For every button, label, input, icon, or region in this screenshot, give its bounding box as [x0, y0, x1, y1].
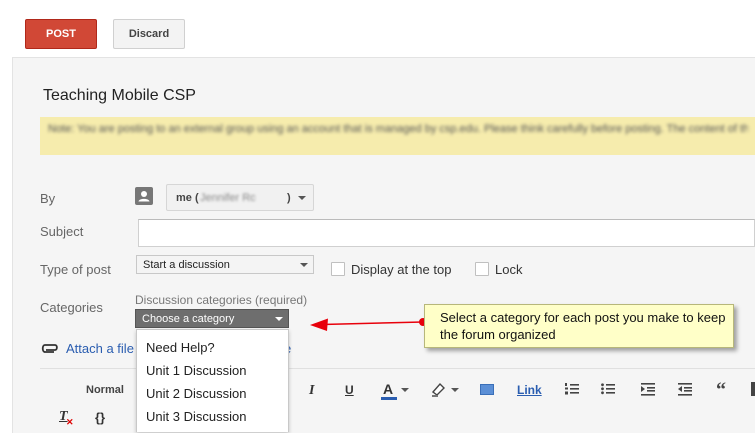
font-color-swatch	[381, 397, 397, 400]
link-button[interactable]: Link	[517, 383, 542, 397]
avatar-icon	[135, 187, 153, 205]
category-option[interactable]: Unit 3 Discussion	[146, 409, 246, 424]
type-of-post-value: Start a discussion	[143, 259, 230, 271]
subject-input[interactable]	[138, 219, 755, 247]
display-top-checkbox[interactable]	[331, 262, 345, 276]
category-option[interactable]: Unit 1 Discussion	[146, 363, 246, 378]
chevron-down-icon	[451, 388, 459, 392]
chevron-down-icon	[275, 317, 283, 321]
code-button[interactable]: {}	[95, 410, 105, 425]
highlighter-icon	[431, 382, 445, 397]
callout-text: Select a category for each post you make…	[440, 310, 726, 342]
author-name-blurred: Jennifer Rosato	[200, 192, 255, 204]
toolbar-overflow-icon	[751, 382, 755, 396]
type-of-post-label: Type of post	[40, 262, 111, 277]
annotation-arrow	[310, 318, 427, 331]
author-select[interactable]: me ( Jennifer Rosato )	[166, 184, 314, 211]
underline-button[interactable]: U	[345, 383, 354, 397]
lock-label: Lock	[495, 262, 523, 277]
category-option[interactable]: Need Help?	[146, 340, 215, 355]
font-color-letter: A	[383, 381, 394, 397]
clear-format-button[interactable]: T ✕	[59, 409, 74, 427]
numbered-list-icon[interactable]	[565, 382, 579, 401]
highlight-button[interactable]	[430, 381, 460, 399]
author-suffix: )	[287, 192, 291, 204]
group-title: Teaching Mobile CSP	[43, 87, 196, 104]
clear-format-x-icon: ✕	[66, 417, 74, 427]
lock-checkbox[interactable]	[475, 262, 489, 276]
indent-icon[interactable]	[641, 382, 655, 401]
subject-label: Subject	[40, 224, 84, 239]
quote-icon[interactable]: “	[716, 379, 726, 402]
chevron-down-icon	[300, 263, 308, 267]
italic-button[interactable]: I	[309, 383, 314, 399]
category-option[interactable]: Unit 2 Discussion	[146, 386, 246, 401]
categories-hint: Discussion categories (required)	[135, 293, 308, 307]
format-select[interactable]: Normal	[86, 384, 124, 396]
attach-file-link[interactable]: Attach a file	[66, 341, 134, 356]
outdent-icon[interactable]	[678, 382, 692, 401]
paperclip-icon	[40, 341, 60, 355]
chevron-down-icon	[298, 196, 306, 200]
notice-text: Note: You are posting to an external gro…	[48, 123, 748, 135]
author-prefix: me (	[176, 192, 199, 204]
category-select[interactable]: Choose a category	[135, 309, 289, 328]
font-color-button[interactable]: A	[381, 380, 411, 400]
chevron-down-icon	[401, 388, 409, 392]
categories-label: Categories	[40, 300, 103, 315]
annotation-callout: Select a category for each post you make…	[424, 304, 734, 348]
category-dropdown: Need Help? Unit 1 Discussion Unit 2 Disc…	[136, 329, 289, 432]
type-of-post-select[interactable]: Start a discussion	[136, 255, 314, 274]
category-select-value: Choose a category	[142, 313, 235, 325]
by-label: By	[40, 191, 56, 206]
bullet-list-icon[interactable]	[601, 382, 615, 401]
discard-button[interactable]: Discard	[113, 19, 185, 49]
post-button[interactable]: POST	[25, 19, 97, 49]
image-icon[interactable]	[480, 384, 494, 395]
display-top-label: Display at the top	[351, 262, 452, 277]
